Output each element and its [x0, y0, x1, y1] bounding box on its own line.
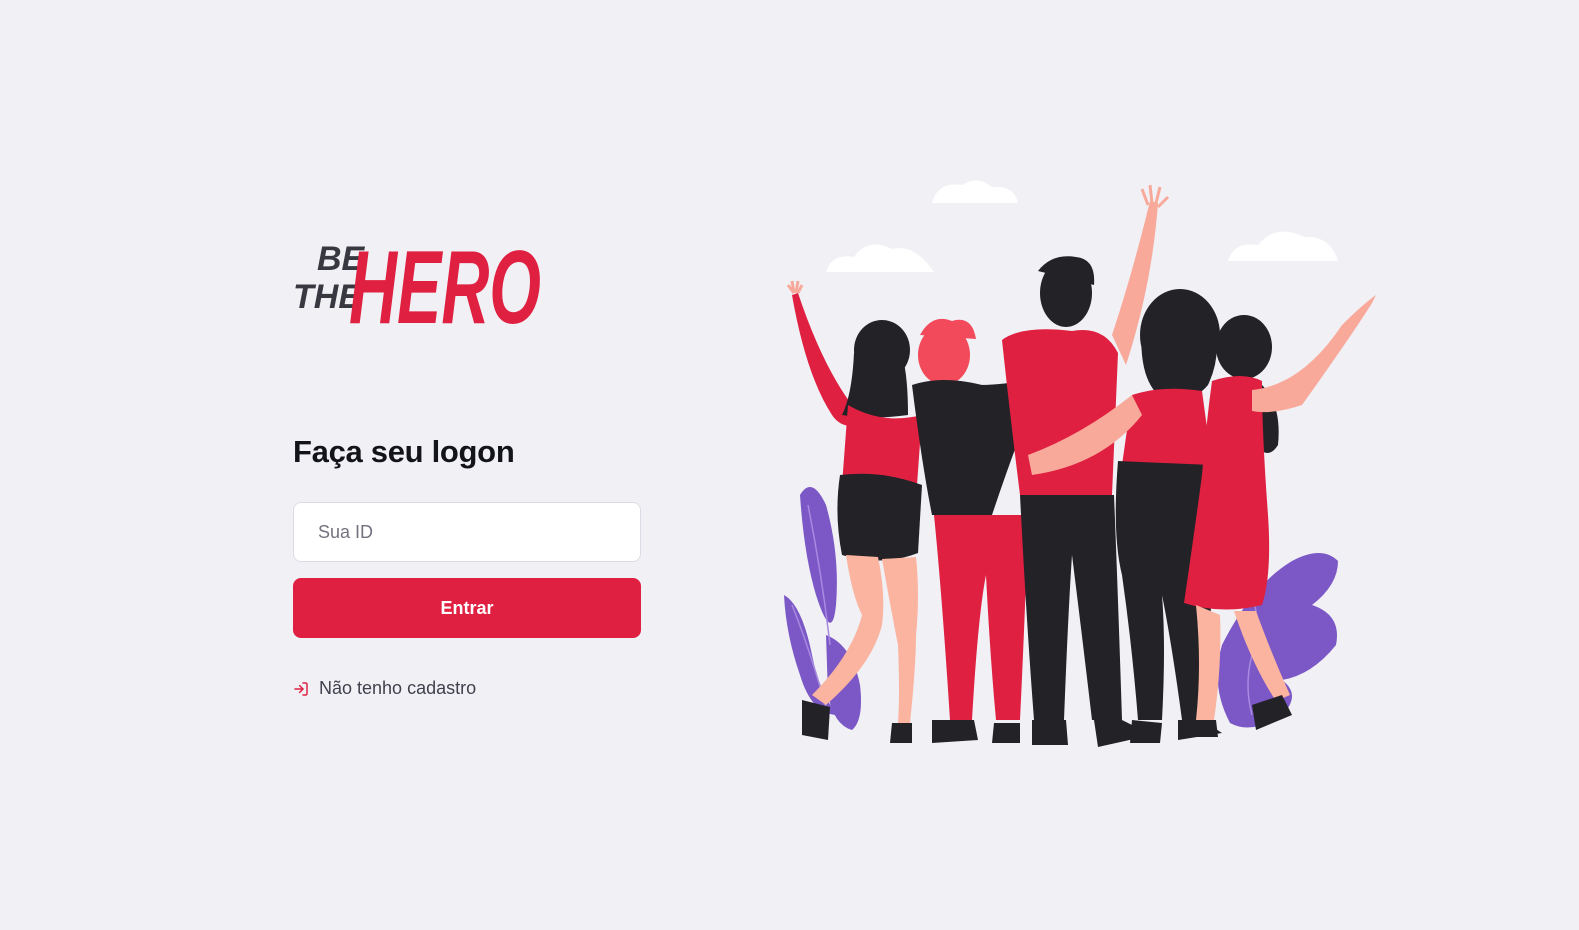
register-link[interactable]: Não tenho cadastro	[293, 678, 476, 699]
log-in-icon	[294, 681, 308, 696]
page-title: Faça seu logon	[293, 434, 515, 469]
register-link-label: Não tenho cadastro	[319, 678, 477, 698]
id-input[interactable]	[293, 502, 641, 562]
cloud-icon	[826, 180, 1338, 272]
heroes-group-illustration	[784, 180, 1376, 747]
logon-page: BE THE HERO Faça seu logon Entrar Não te…	[0, 0, 1579, 930]
logo-hero-text: HERO	[349, 230, 541, 334]
logon-section: BE THE HERO Faça seu logon Entrar Não te…	[293, 220, 643, 699]
login-button[interactable]: Entrar	[293, 578, 641, 638]
be-the-hero-logo: BE THE HERO	[293, 230, 541, 334]
